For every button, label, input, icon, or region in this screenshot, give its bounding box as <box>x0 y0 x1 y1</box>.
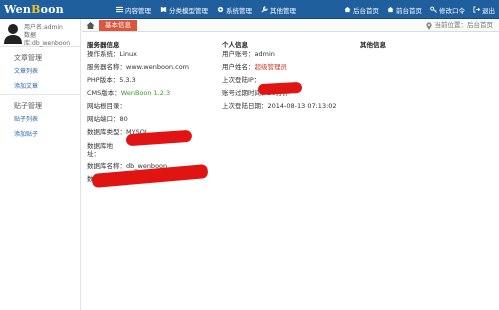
logout-link[interactable]: 退出 <box>473 5 495 15</box>
logout-icon <box>473 6 480 13</box>
personal-info-title: 个人信息 <box>222 41 248 49</box>
sidebar-item-article-list[interactable]: 文章列表 <box>0 64 80 79</box>
nav-system-management[interactable]: 系统管理 <box>217 5 252 15</box>
other-info-title: 其他信息 <box>360 41 386 49</box>
sidebar-item-add-article[interactable]: 添加文章 <box>0 79 80 94</box>
cms-version-row: CMS版本：WenBoon 1.2.3 <box>87 89 171 97</box>
username: 用户名:admin <box>24 24 63 31</box>
sidebar-section-articles: 文章管理 <box>14 54 42 62</box>
user-name-value: 超级管理员 <box>254 63 288 71</box>
gear-icon <box>217 6 224 13</box>
list-icon <box>116 6 123 13</box>
divider <box>0 94 80 95</box>
logo: WenBoon <box>4 3 64 16</box>
db-address-row: 数据库地址： <box>87 142 113 158</box>
nav-category-model[interactable]: 分类模型管理 <box>160 5 208 15</box>
redaction-last-ip <box>257 81 303 96</box>
sidebar-section-posts: 贴子管理 <box>14 102 42 110</box>
right-nav: 后台首页 前台首页 修改口令 退出 <box>336 0 495 19</box>
sidebar-item-add-post[interactable]: 添加贴子 <box>0 127 80 142</box>
top-bar: WenBoon 内容管理 分类模型管理 系统管理 其他管理 后台首页 前台首页 <box>0 0 499 19</box>
server-info-title: 服务器信息 <box>87 41 120 49</box>
front-home-link[interactable]: 前台首页 <box>387 5 422 15</box>
home-icon <box>387 6 394 13</box>
location-pin-icon <box>425 21 432 30</box>
admin-home-link[interactable]: 后台首页 <box>344 5 379 15</box>
wrench-icon <box>261 6 268 13</box>
site-dir-row: 网站根目录： <box>87 102 126 110</box>
port-row: 网站端口：80 <box>87 115 128 123</box>
last-login-date-row: 上次登陆日期：2014-08-13 07:13:02 <box>222 102 337 110</box>
change-password-link[interactable]: 修改口令 <box>430 5 465 15</box>
user-box: 用户名:admin 数据库:db_wenboon <box>0 19 80 47</box>
nav-content-management[interactable]: 内容管理 <box>116 5 151 15</box>
cms-version-value: WenBoon 1.2.3 <box>120 89 171 97</box>
main-nav: 内容管理 分类模型管理 系统管理 其他管理 <box>116 0 305 19</box>
home-icon <box>344 6 351 13</box>
php-version-row: PHP版本：5.3.3 <box>87 76 136 84</box>
os-row: 操作系统：Linux <box>87 50 138 58</box>
nav-other-management[interactable]: 其他管理 <box>261 5 296 15</box>
home-icon[interactable] <box>86 21 95 30</box>
current-location: 当前位置：后台首页 <box>425 20 493 31</box>
key-icon <box>430 6 437 13</box>
database-name: 数据库:db_wenboon <box>24 32 70 47</box>
book-icon <box>160 6 167 13</box>
avatar <box>4 24 22 44</box>
other-info-panel: 其他信息 <box>360 39 490 49</box>
main-content: 基本信息 当前位置：后台首页 服务器信息 操作系统：Linux 服务器名称：ww… <box>82 19 499 310</box>
server-name-row: 服务器名称：www.wenboon.com <box>87 63 190 71</box>
user-info: 用户名:admin 数据库:db_wenboon <box>24 24 80 48</box>
breadcrumb: 基本信息 当前位置：后台首页 <box>82 19 499 32</box>
account-row: 用户账号：admin <box>222 50 275 58</box>
user-name-row: 用户姓名：超级管理员 <box>222 63 288 71</box>
sidebar: 用户名:admin 数据库:db_wenboon 文章管理 文章列表 添加文章 … <box>0 19 81 310</box>
sidebar-item-post-list[interactable]: 贴子列表 <box>0 112 80 127</box>
tab-basic-info[interactable]: 基本信息 <box>99 20 137 31</box>
personal-info-panel: 个人信息 用户账号：admin 用户姓名：超级管理员 上次登陆IP： 账号过期时… <box>222 39 357 113</box>
